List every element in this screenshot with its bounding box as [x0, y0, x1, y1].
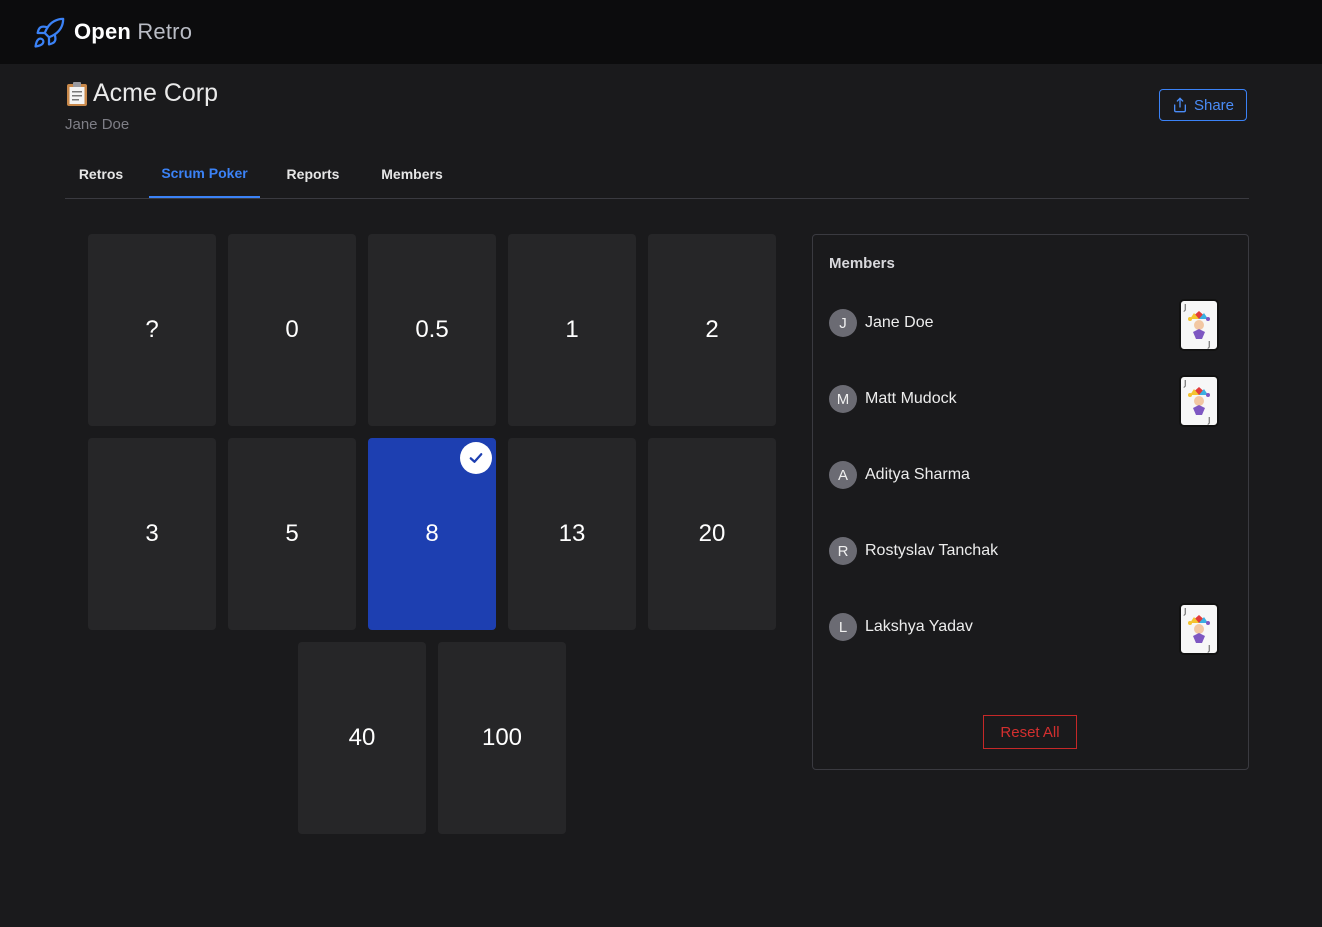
member-name: Rostyslav Tanchak: [865, 542, 999, 559]
poker-card[interactable]: 0.5: [368, 234, 496, 426]
share-icon: [1173, 97, 1186, 113]
avatar: R: [829, 537, 857, 565]
avatar: J: [829, 309, 857, 337]
reset-all-button[interactable]: Reset All: [983, 715, 1077, 749]
poker-card[interactable]: 13: [508, 438, 636, 630]
check-icon: [460, 442, 492, 474]
avatar: L: [829, 613, 857, 641]
tab-members[interactable]: Members: [367, 150, 457, 197]
member-name: Aditya Sharma: [865, 466, 970, 483]
member-row: R Rostyslav Tanchak: [829, 537, 1229, 567]
org-user: Jane Doe: [65, 116, 130, 133]
members-title: Members: [829, 255, 895, 272]
svg-text:J: J: [1183, 379, 1186, 388]
svg-text:J: J: [1207, 416, 1210, 425]
brand-primary: Open: [74, 19, 132, 44]
poker-card-selected[interactable]: 8: [368, 438, 496, 630]
svg-text:J: J: [1207, 340, 1210, 349]
svg-text:J: J: [1183, 607, 1186, 616]
avatar: A: [829, 461, 857, 489]
member-name: Lakshya Yadav: [865, 618, 973, 635]
tab-retros[interactable]: Retros: [65, 150, 137, 197]
member-row: J Jane Doe: [829, 309, 1229, 339]
member-name: Jane Doe: [865, 314, 934, 331]
member-row: M Matt Mudock: [829, 385, 1229, 415]
clipboard-icon: [67, 81, 87, 106]
poker-card[interactable]: 2: [648, 234, 776, 426]
tab-bar: Retros Scrum Poker Reports Members: [65, 150, 1249, 199]
avatar: M: [829, 385, 857, 413]
poker-card[interactable]: 3: [88, 438, 216, 630]
rocket-icon[interactable]: [32, 16, 66, 50]
poker-card[interactable]: ?: [88, 234, 216, 426]
poker-card[interactable]: 40: [298, 642, 426, 834]
svg-text:J: J: [1183, 303, 1186, 312]
page-title: Acme Corp: [65, 79, 218, 108]
poker-card[interactable]: 100: [438, 642, 566, 834]
joker-card-icon: J J: [1179, 603, 1219, 655]
poker-card[interactable]: 1: [508, 234, 636, 426]
app-brand[interactable]: Open Retro: [74, 19, 192, 45]
members-panel: Members J Jane Doe M Matt Mudock A Adity…: [812, 234, 1249, 770]
joker-card-icon: J J: [1179, 299, 1219, 351]
card-value: 8: [425, 520, 439, 547]
member-row: A Aditya Sharma: [829, 461, 1229, 491]
member-name: Matt Mudock: [865, 390, 957, 407]
joker-card-icon: J J: [1179, 375, 1219, 427]
member-row: L Lakshya Yadav: [829, 613, 1229, 643]
top-bar: Open Retro: [0, 0, 1322, 64]
share-label: Share: [1193, 96, 1235, 114]
svg-text:J: J: [1207, 644, 1210, 653]
org-name: Acme Corp: [93, 79, 219, 107]
poker-card[interactable]: 5: [228, 438, 356, 630]
share-button[interactable]: Share: [1159, 89, 1247, 121]
tab-scrum-poker[interactable]: Scrum Poker: [149, 150, 260, 198]
poker-card[interactable]: 0: [228, 234, 356, 426]
poker-card[interactable]: 20: [648, 438, 776, 630]
tab-reports[interactable]: Reports: [273, 150, 353, 197]
brand-secondary: Retro: [137, 19, 193, 44]
